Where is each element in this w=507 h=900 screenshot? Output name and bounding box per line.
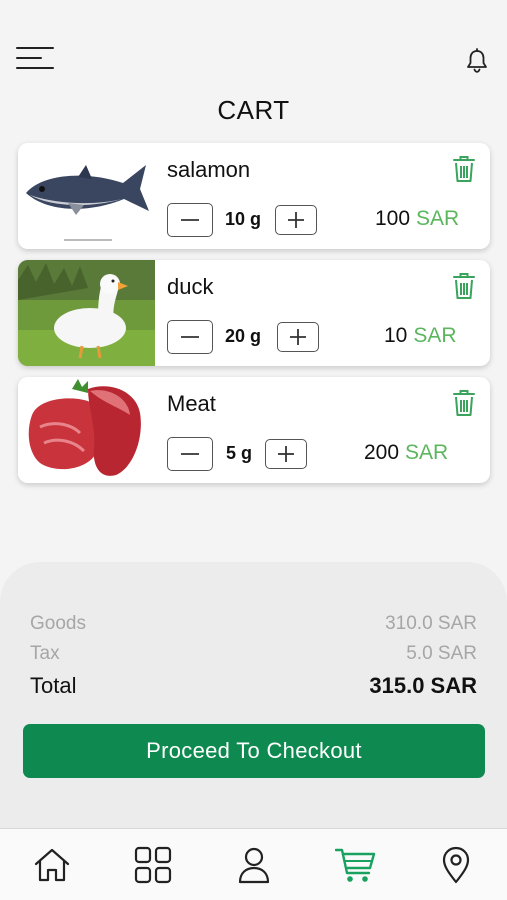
location-pin-icon[interactable] [438,845,478,885]
raw-beef-photo [18,377,155,483]
total-value: 315.0 SAR [369,673,477,698]
price-amount: 100 [375,207,411,230]
item-name: Meat [167,391,216,416]
item-price: 10 SAR [384,324,457,348]
item-name: salamon [167,157,251,182]
cart-item-card: Meat 5 g 200 SAR [18,377,490,483]
proceed-to-checkout-button[interactable]: Proceed To Checkout [23,724,485,778]
goods-row: Goods 310.0 SAR [30,613,477,635]
top-bar [0,0,507,100]
cart-icon[interactable] [334,845,377,885]
bottom-nav [0,828,507,900]
tax-label: Tax [30,643,60,664]
cart-item-card: salamon 10 g 100 SAR [18,143,490,249]
trash-icon[interactable] [452,155,476,183]
price-currency: SAR [416,207,460,230]
total-row: Total 315.0 SAR [30,673,477,699]
tax-row: Tax 5.0 SAR [30,643,477,665]
price-amount: 10 [384,324,408,347]
tuna-fish-photo [18,143,155,249]
decrease-quantity-button[interactable] [167,203,213,237]
price-amount: 200 [364,441,400,464]
decrease-quantity-button[interactable] [167,437,213,471]
price-currency: SAR [413,324,457,347]
quantity-value: 20 g [225,326,262,346]
item-name: duck [167,274,214,299]
cart-item-card: duck 20 g 10 SAR [18,260,490,366]
price-currency: SAR [405,441,449,464]
page-title: CART [217,95,290,125]
decrease-quantity-button[interactable] [167,320,213,354]
increase-quantity-button[interactable] [265,439,307,469]
increase-quantity-button[interactable] [277,322,319,352]
total-label: Total [30,673,77,698]
hamburger-menu-icon[interactable] [16,46,54,72]
profile-icon[interactable] [234,845,274,885]
quantity-value: 10 g [225,209,262,229]
categories-grid-icon[interactable] [133,845,173,885]
goods-value: 310.0 SAR [385,613,477,634]
item-price: 100 SAR [375,207,459,231]
item-price: 200 SAR [364,441,448,465]
trash-icon[interactable] [452,389,476,417]
bell-icon[interactable] [465,48,489,74]
trash-icon[interactable] [452,272,476,300]
home-icon[interactable] [32,845,72,885]
quantity-value: 5 g [226,443,253,463]
increase-quantity-button[interactable] [275,205,317,235]
goods-label: Goods [30,613,86,634]
tax-value: 5.0 SAR [406,643,477,664]
order-summary-panel: Goods 310.0 SAR Tax 5.0 SAR Total 315.0 … [0,562,507,832]
white-duck-photo [18,260,155,366]
